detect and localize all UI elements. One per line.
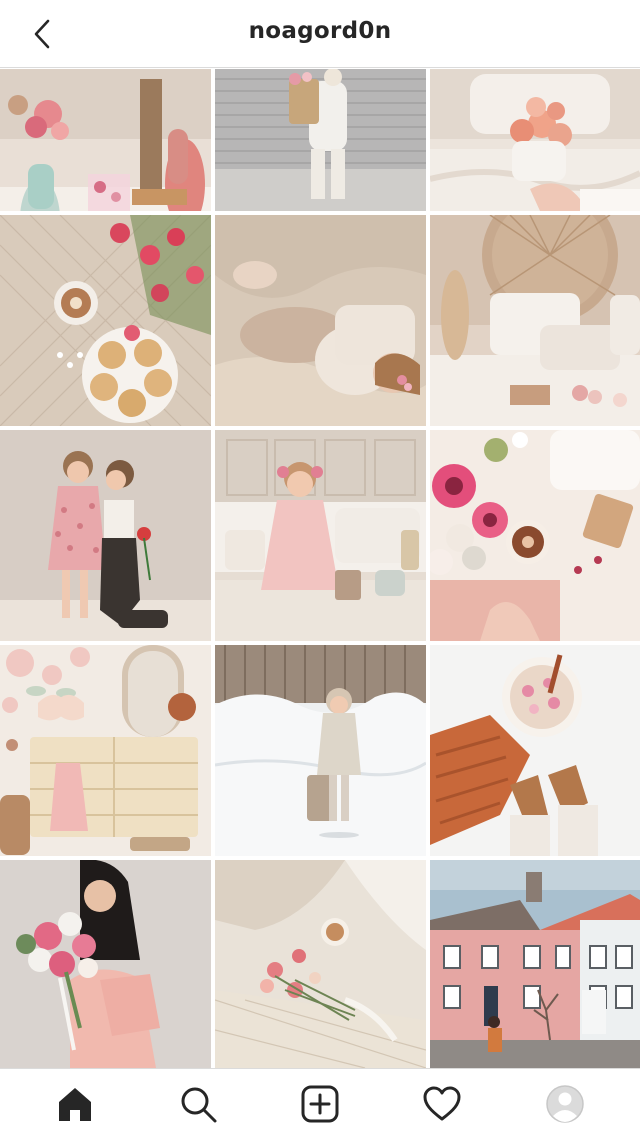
post-image [215, 860, 426, 1068]
post-thumbnail[interactable] [215, 215, 426, 426]
heart-icon [423, 1086, 461, 1120]
post-thumbnail[interactable] [0, 215, 211, 426]
tab-new-post[interactable] [292, 1076, 348, 1132]
post-thumbnail[interactable] [215, 69, 426, 211]
post-image [215, 215, 426, 426]
post-image [0, 215, 211, 426]
post-image [430, 645, 640, 856]
top-navigation-bar: noagord0n [0, 0, 640, 68]
post-thumbnail[interactable] [0, 645, 211, 856]
post-image [0, 430, 211, 641]
post-image [430, 69, 640, 211]
post-thumbnail[interactable] [0, 69, 211, 211]
tab-activity[interactable] [414, 1076, 470, 1132]
bottom-tab-bar [0, 1068, 640, 1138]
post-image [430, 860, 640, 1068]
post-thumbnail[interactable] [215, 430, 426, 641]
tab-search[interactable] [170, 1076, 226, 1132]
post-thumbnail[interactable] [215, 645, 426, 856]
profile-posts-grid [0, 69, 640, 1068]
post-thumbnail[interactable] [430, 645, 640, 856]
post-thumbnail[interactable] [0, 430, 211, 641]
profile-username-title: noagord0n [248, 18, 392, 44]
new-post-icon [301, 1085, 339, 1122]
post-thumbnail[interactable] [0, 860, 211, 1068]
post-image [430, 215, 640, 426]
tab-profile[interactable] [537, 1076, 593, 1132]
post-thumbnail[interactable] [430, 860, 640, 1068]
post-thumbnail[interactable] [430, 430, 640, 641]
post-image [0, 69, 211, 211]
search-icon [181, 1087, 217, 1122]
post-thumbnail[interactable] [430, 215, 640, 426]
post-image [215, 430, 426, 641]
post-image [0, 645, 211, 856]
profile-avatar-icon [546, 1084, 584, 1123]
post-image [0, 860, 211, 1068]
post-thumbnail[interactable] [430, 69, 640, 211]
post-image [215, 69, 426, 211]
post-image [430, 430, 640, 641]
post-thumbnail[interactable] [215, 860, 426, 1068]
tab-home[interactable] [47, 1076, 103, 1132]
post-image [215, 645, 426, 856]
home-icon [59, 1087, 92, 1121]
